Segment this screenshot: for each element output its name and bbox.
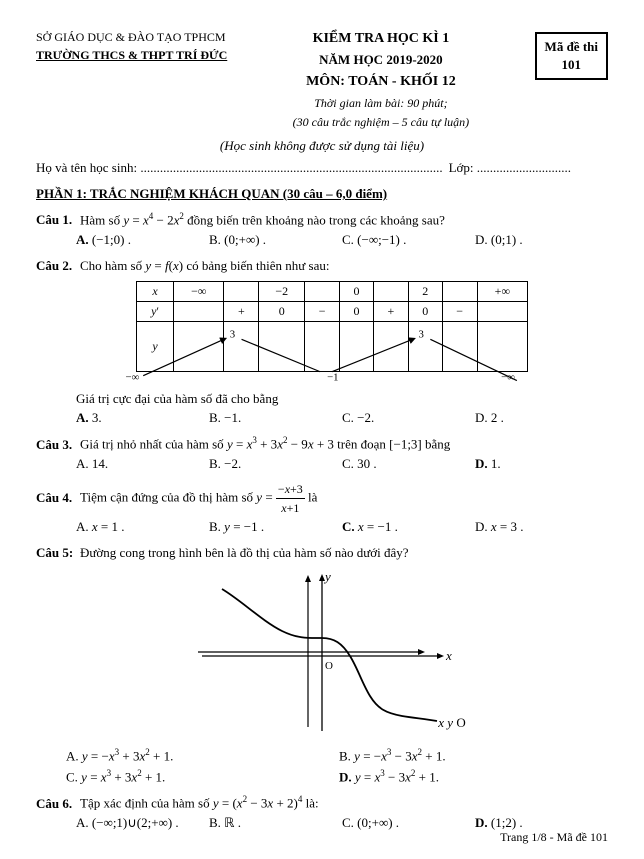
ma-de-box: Mã đề thi 101 xyxy=(535,32,608,80)
q5-graph: x y O x y O xyxy=(36,567,608,741)
variation-table-container: x −∞ −2 0 2 +∞ y′ + 0 − 0 xyxy=(96,281,568,386)
section1-title: PHẦN 1: TRẮC NGHIỆM KHÁCH QUAN (30 câu –… xyxy=(36,186,608,202)
q4-text: Tiệm cận đứng của đồ thị hàm số y = −x+3… xyxy=(80,480,608,517)
school-name: TRƯỜNG THCS & THPT TRÍ ĐỨC xyxy=(36,46,227,64)
q3-text: Giá trị nhỏ nhất của hàm số y = x3 + 3x2… xyxy=(80,434,608,454)
q5-ans-c: C. y = x3 + 3x2 + 1. xyxy=(66,768,335,785)
q6-ans-a: A. (−∞;1)∪(2;+∞) . xyxy=(76,815,209,831)
q2-text: Cho hàm số y = f(x) có bảng biến thiên n… xyxy=(80,256,608,276)
q6-num: Câu 6. xyxy=(36,796,76,812)
svg-text:3: 3 xyxy=(419,329,424,341)
header: SỞ GIÁO DỤC & ĐÀO TẠO TPHCM TRƯỜNG THCS … xyxy=(36,28,608,132)
svg-text:y: y xyxy=(323,571,331,584)
q5-text: Đường cong trong hình bên là đồ thị của … xyxy=(80,543,608,563)
q2-num: Câu 2. xyxy=(36,258,76,274)
q4-ans-b: B. y = −1 . xyxy=(209,519,342,535)
q1-text: Hàm số y = x4 − 2x2 đồng biến trên khoản… xyxy=(80,210,608,230)
q1-ans-d: D. (0;1) . xyxy=(475,232,608,248)
q1-ans-a: A. (−1;0) . xyxy=(76,232,209,248)
question-3: Câu 3. Giá trị nhỏ nhất của hàm số y = x… xyxy=(36,434,608,472)
variation-diagram: 3 −1 3 −∞ −∞ xyxy=(96,326,568,386)
q2-table-note: Giá trị cực đại của hàm số đã cho bằng xyxy=(76,391,608,407)
q3-answers: A. 14. B. −2. C. 30 . D. 1. xyxy=(76,456,608,472)
q5-num: Câu 5: xyxy=(36,545,76,561)
q4-ans-d: D. x = 3 . xyxy=(475,519,608,535)
q2-ans-a: A. 3. xyxy=(76,410,209,426)
q4-ans-c: C. x = −1 . xyxy=(342,519,475,535)
q2-answers: A. 3. B. −1. C. −2. D. 2 . xyxy=(76,410,608,426)
svg-text:O: O xyxy=(325,660,333,672)
lop-label: Lớp: ............................. xyxy=(449,160,571,176)
q3-ans-a: A. 14. xyxy=(76,456,209,472)
q5-ans-d: D. y = x3 − 3x2 + 1. xyxy=(339,768,608,785)
dept-label: SỞ GIÁO DỤC & ĐÀO TẠO TPHCM xyxy=(36,28,227,46)
q3-num: Câu 3. xyxy=(36,437,76,453)
q4-answers: A. x = 1 . B. y = −1 . C. x = −1 . D. x … xyxy=(76,519,608,535)
q1-ans-c: C. (−∞;−1) . xyxy=(342,232,475,248)
question-2: Câu 2. Cho hàm số y = f(x) có bảng biến … xyxy=(36,256,608,427)
q1-answers: A. (−1;0) . B. (0;+∞) . C. (−∞;−1) . D. … xyxy=(76,232,608,248)
q2-ans-b: B. −1. xyxy=(209,410,342,426)
q6-text: Tập xác định của hàm số y = (x2 − 3x + 2… xyxy=(80,793,608,813)
instruction-note: (Học sinh không được sử dụng tài liệu) xyxy=(36,138,608,154)
time-note: Thời gian làm bài: 90 phút; xyxy=(237,94,524,113)
q3-ans-d: D. 1. xyxy=(475,456,608,472)
question-4: Câu 4. Tiệm cận đứng của đồ thị hàm số y… xyxy=(36,480,608,535)
q5-ans-b: B. y = −x3 − 3x2 + 1. xyxy=(339,747,608,764)
question-1: Câu 1. Hàm số y = x4 − 2x2 đồng biến trê… xyxy=(36,210,608,248)
q5-answers: A. y = −x3 + 3x2 + 1. B. y = −x3 − 3x2 +… xyxy=(66,747,608,786)
question-5: Câu 5: Đường cong trong hình bên là đồ t… xyxy=(36,543,608,785)
q4-ans-a: A. x = 1 . xyxy=(76,519,209,535)
q3-ans-c: C. 30 . xyxy=(342,456,475,472)
q1-ans-b: B. (0;+∞) . xyxy=(209,232,342,248)
exam-page: SỞ GIÁO DỤC & ĐÀO TẠO TPHCM TRƯỜNG THCS … xyxy=(0,0,644,859)
time-note2: (30 câu trắc nghiệm – 5 câu tự luận) xyxy=(237,113,524,132)
header-left: SỞ GIÁO DỤC & ĐÀO TẠO TPHCM TRƯỜNG THCS … xyxy=(36,28,227,64)
q6-ans-c: C. (0;+∞) . xyxy=(342,815,475,831)
svg-text:x: x xyxy=(445,648,452,663)
q2-ans-d: D. 2 . xyxy=(475,410,608,426)
q2-ans-c: C. −2. xyxy=(342,410,475,426)
ma-de-label: Mã đề thi xyxy=(545,39,598,54)
header-center: KIỂM TRA HỌC KÌ 1 NĂM HỌC 2019-2020 MÔN:… xyxy=(237,28,524,132)
svg-text:−1: −1 xyxy=(327,372,339,384)
svg-text:−∞: −∞ xyxy=(126,372,140,384)
q6-answers: A. (−∞;1)∪(2;+∞) . B. ℝ . C. (0;+∞) . D.… xyxy=(76,815,608,831)
svg-text:3: 3 xyxy=(230,329,235,341)
footer: Trang 1/8 - Mã đề 101 xyxy=(500,830,608,845)
q3-ans-b: B. −2. xyxy=(209,456,342,472)
q6-ans-d: D. (1;2) . xyxy=(475,815,608,831)
exam-year: NĂM HỌC 2019-2020 xyxy=(237,50,524,71)
q1-num: Câu 1. xyxy=(36,212,76,228)
question-6: Câu 6. Tập xác định của hàm số y = (x2 −… xyxy=(36,793,608,831)
student-row: Họ và tên học sinh: ....................… xyxy=(36,160,608,176)
q6-ans-b: B. ℝ . xyxy=(209,815,342,831)
ma-de-num: 101 xyxy=(562,57,582,72)
q5-curve xyxy=(178,567,438,727)
q4-num: Câu 4. xyxy=(36,490,76,506)
exam-subject: MÔN: TOÁN - KHỐI 12 xyxy=(237,71,524,93)
q5-ans-a: A. y = −x3 + 3x2 + 1. xyxy=(66,747,335,764)
exam-title: KIỂM TRA HỌC KÌ 1 xyxy=(237,28,524,50)
student-label: Họ và tên học sinh: ....................… xyxy=(36,160,443,176)
svg-text:−∞: −∞ xyxy=(501,372,515,384)
